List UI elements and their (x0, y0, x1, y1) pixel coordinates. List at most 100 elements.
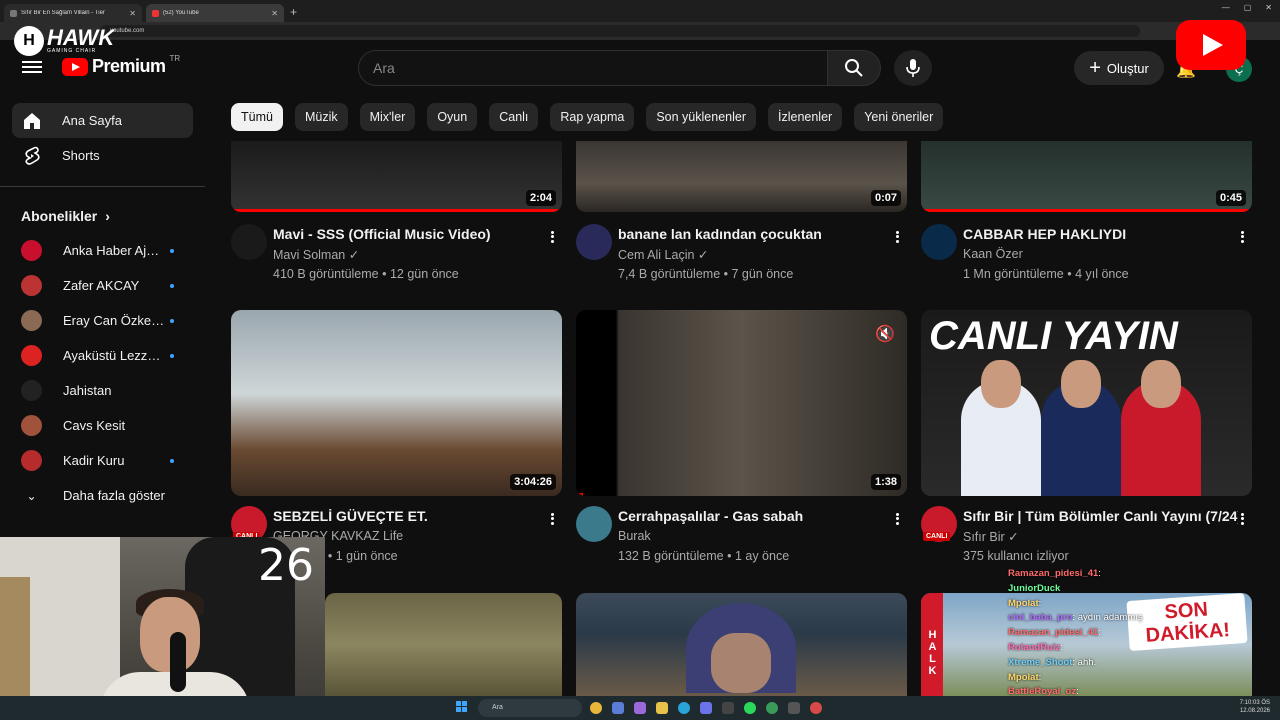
video-thumbnail[interactable] (576, 593, 907, 696)
more-actions-icon[interactable] (549, 229, 555, 245)
browser-tab[interactable]: Sıfır Bir En Sağlam Villain - Tier ✕ (4, 4, 142, 22)
channel-avatar[interactable] (576, 224, 612, 260)
subscription-item[interactable]: Anka Haber Ajansı (0, 233, 205, 268)
more-actions-icon[interactable] (1239, 229, 1245, 245)
channel-name[interactable]: Cem Ali Laçin ✓ (618, 247, 708, 262)
filter-chip[interactable]: Tümü (231, 103, 283, 131)
app-icon[interactable] (810, 702, 822, 714)
address-bar[interactable]: youtube.com (100, 25, 1140, 37)
more-actions-icon[interactable] (894, 511, 900, 527)
channel-name-text: Mavi Solman (273, 248, 346, 262)
explorer-icon[interactable] (656, 702, 668, 714)
menu-icon[interactable] (22, 58, 42, 76)
video-title[interactable]: Sıfır Bir | Tüm Bölümler Canlı Yayını (7… (963, 508, 1238, 524)
subscription-name: Ayaküstü Lezzetl... (63, 348, 165, 363)
close-tab-icon[interactable]: ✕ (271, 9, 278, 18)
chat-username: Mpolat (1008, 671, 1039, 683)
subscription-item[interactable]: Jahistan (0, 373, 205, 408)
filter-chip[interactable]: Rap yapma (550, 103, 635, 131)
edge-icon[interactable] (678, 702, 690, 714)
subscription-item[interactable]: Zafer AKCAY (0, 268, 205, 303)
sidebar-item-home[interactable]: Ana Sayfa (12, 103, 193, 138)
filter-chip[interactable]: Oyun (427, 103, 478, 131)
channel-avatar[interactable] (921, 224, 957, 260)
filter-chip[interactable]: İzlenenler (768, 103, 843, 131)
sidebar-item-label: Shorts (62, 148, 100, 163)
subscription-name: Anka Haber Ajansı (63, 243, 165, 258)
new-tab-icon[interactable]: + (290, 4, 297, 22)
chrome-icon[interactable] (590, 702, 602, 714)
youtube-logo-overlay-icon (1176, 20, 1246, 70)
video-thumbnail[interactable]: 3:04:26 (231, 310, 562, 496)
verified-check-icon: ✓ (1004, 530, 1019, 544)
widgets-icon[interactable] (612, 702, 624, 714)
channel-name[interactable]: Mavi Solman ✓ (273, 247, 359, 262)
search-input[interactable]: Ara (358, 50, 828, 86)
start-icon[interactable] (456, 701, 468, 713)
shorts-icon (22, 146, 42, 166)
close-tab-icon[interactable]: ✕ (129, 9, 136, 18)
subscription-name: Zafer AKCAY (63, 278, 140, 293)
app-icon[interactable] (766, 702, 778, 714)
filter-chip[interactable]: Yeni öneriler (854, 103, 944, 131)
more-actions-icon[interactable] (549, 511, 555, 527)
more-actions-icon[interactable] (1239, 511, 1245, 527)
video-thumbnail[interactable]: CANLI YAYIN (921, 310, 1252, 496)
video-title[interactable]: Mavi - SSS (Official Music Video) (273, 226, 548, 242)
window-controls: — ▢ ✕ (1222, 3, 1272, 12)
maximize-icon[interactable]: ▢ (1244, 3, 1252, 12)
spotify-icon[interactable] (744, 702, 756, 714)
filter-chip[interactable]: Müzik (294, 103, 348, 131)
search-icon (845, 59, 863, 77)
video-title[interactable]: Cerrahpaşalılar - Gas sabah (618, 508, 893, 524)
subscription-item[interactable]: Eray Can Özkenar (0, 303, 205, 338)
subscription-item[interactable]: Ayaküstü Lezzetl... (0, 338, 205, 373)
sidebar-item-shorts[interactable]: Shorts (12, 138, 193, 173)
filter-chip[interactable]: Canlı (489, 103, 539, 131)
video-title[interactable]: CABBAR HEP HAKLIYDI (963, 226, 1238, 242)
voice-search-button[interactable] (894, 50, 932, 86)
chat-username: Mpolat (1008, 597, 1039, 609)
create-button[interactable]: + Oluştur (1074, 51, 1164, 85)
subscription-name: Kadir Kuru (63, 453, 125, 468)
youtube-premium-logo[interactable]: Premium TR (62, 54, 180, 77)
taskbar-search[interactable]: Ara (478, 699, 582, 717)
channel-avatar[interactable] (231, 224, 267, 260)
chat-username: Ramazan_pidesi_41 (1008, 568, 1099, 579)
search-button[interactable] (827, 50, 881, 86)
show-more-button[interactable]: ⌄ Daha fazla göster (0, 478, 205, 513)
channel-avatar[interactable] (576, 506, 612, 542)
filter-chip[interactable]: Son yüklenenler (646, 103, 756, 131)
windows-taskbar: Ara 7:10:03 ÖS 12.08.2026 (0, 696, 1280, 720)
youtube-favicon-icon (152, 9, 159, 17)
channel-name[interactable]: Sıfır Bir ✓ (963, 529, 1019, 544)
minimize-icon[interactable]: — (1222, 3, 1230, 12)
video-thumbnail[interactable] (325, 593, 562, 696)
channel-name[interactable]: Burak (618, 529, 651, 543)
app-icon[interactable] (722, 702, 734, 714)
close-window-icon[interactable]: ✕ (1265, 3, 1272, 12)
video-title[interactable]: SEBZELİ GÜVEÇTE ET. (273, 508, 548, 524)
video-thumbnail[interactable]: 🔇 1:38 (576, 310, 907, 496)
subscriptions-heading[interactable]: Abonelikler › (0, 199, 205, 233)
filter-chip[interactable]: Mix'ler (359, 103, 416, 131)
live-badge: CANLI (923, 532, 951, 541)
browser-tab-active[interactable]: (52) YouTube ✕ (146, 4, 284, 22)
video-thumbnail[interactable]: 0:45 (921, 141, 1252, 212)
channel-name[interactable]: Kaan Özer (963, 247, 1023, 261)
muted-speaker-icon[interactable]: 🔇 (875, 324, 895, 344)
app-icon[interactable] (788, 702, 800, 714)
copilot-icon[interactable] (634, 702, 646, 714)
video-thumbnail[interactable]: 0:07 (576, 141, 907, 212)
discord-icon[interactable] (700, 702, 712, 714)
more-actions-icon[interactable] (894, 229, 900, 245)
video-thumbnail[interactable]: 2:04 (231, 141, 562, 212)
video-duration: 3:04:26 (510, 474, 556, 490)
video-meta: 1 Mn görüntüleme • 4 yıl önce (963, 267, 1129, 281)
video-title[interactable]: banane lan kadından çocuktan (618, 226, 893, 242)
chat-text: : (1098, 627, 1101, 639)
channel-avatar[interactable]: CANLI (921, 506, 957, 542)
video-meta: 410 B görüntüleme • 12 gün önce (273, 267, 459, 281)
subscription-item[interactable]: Kadir Kuru (0, 443, 205, 478)
subscription-item[interactable]: Cavs Kesit (0, 408, 205, 443)
